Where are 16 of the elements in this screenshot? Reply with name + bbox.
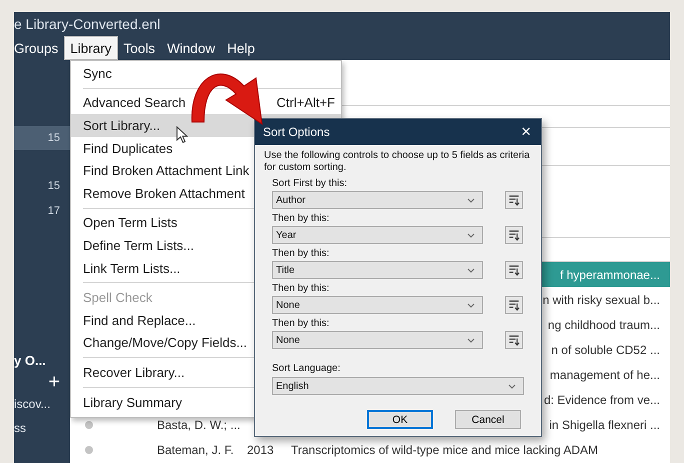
field-label: Then by this: [272, 248, 330, 259]
title-text: Transcriptomics of wild-type mice and mice lacking ADAM [291, 442, 598, 456]
field-label: Sort First by this: [272, 178, 348, 189]
field-label: Then by this: [272, 283, 330, 294]
dialog-title: Sort Options [263, 125, 330, 139]
author-text: Basta, D. W.; ... [157, 418, 242, 432]
year-text: 2013 [247, 442, 275, 456]
instructions-text: Use the following controls to choose up to 5 fields as criteria for custom sorting. [264, 150, 531, 174]
field-label: Then by this: [272, 213, 330, 224]
title-text: in Shigella flexneri ... [549, 418, 660, 432]
field-label: Sort Language: [272, 363, 342, 374]
window-title: e Library-Converted.enl [14, 15, 160, 34]
author-text: Bateman, J. F. [157, 442, 235, 456]
title-text: f hyperammonae... [560, 268, 660, 282]
field-label: Then by this: [272, 318, 330, 329]
section-title: y O... [14, 352, 46, 370]
